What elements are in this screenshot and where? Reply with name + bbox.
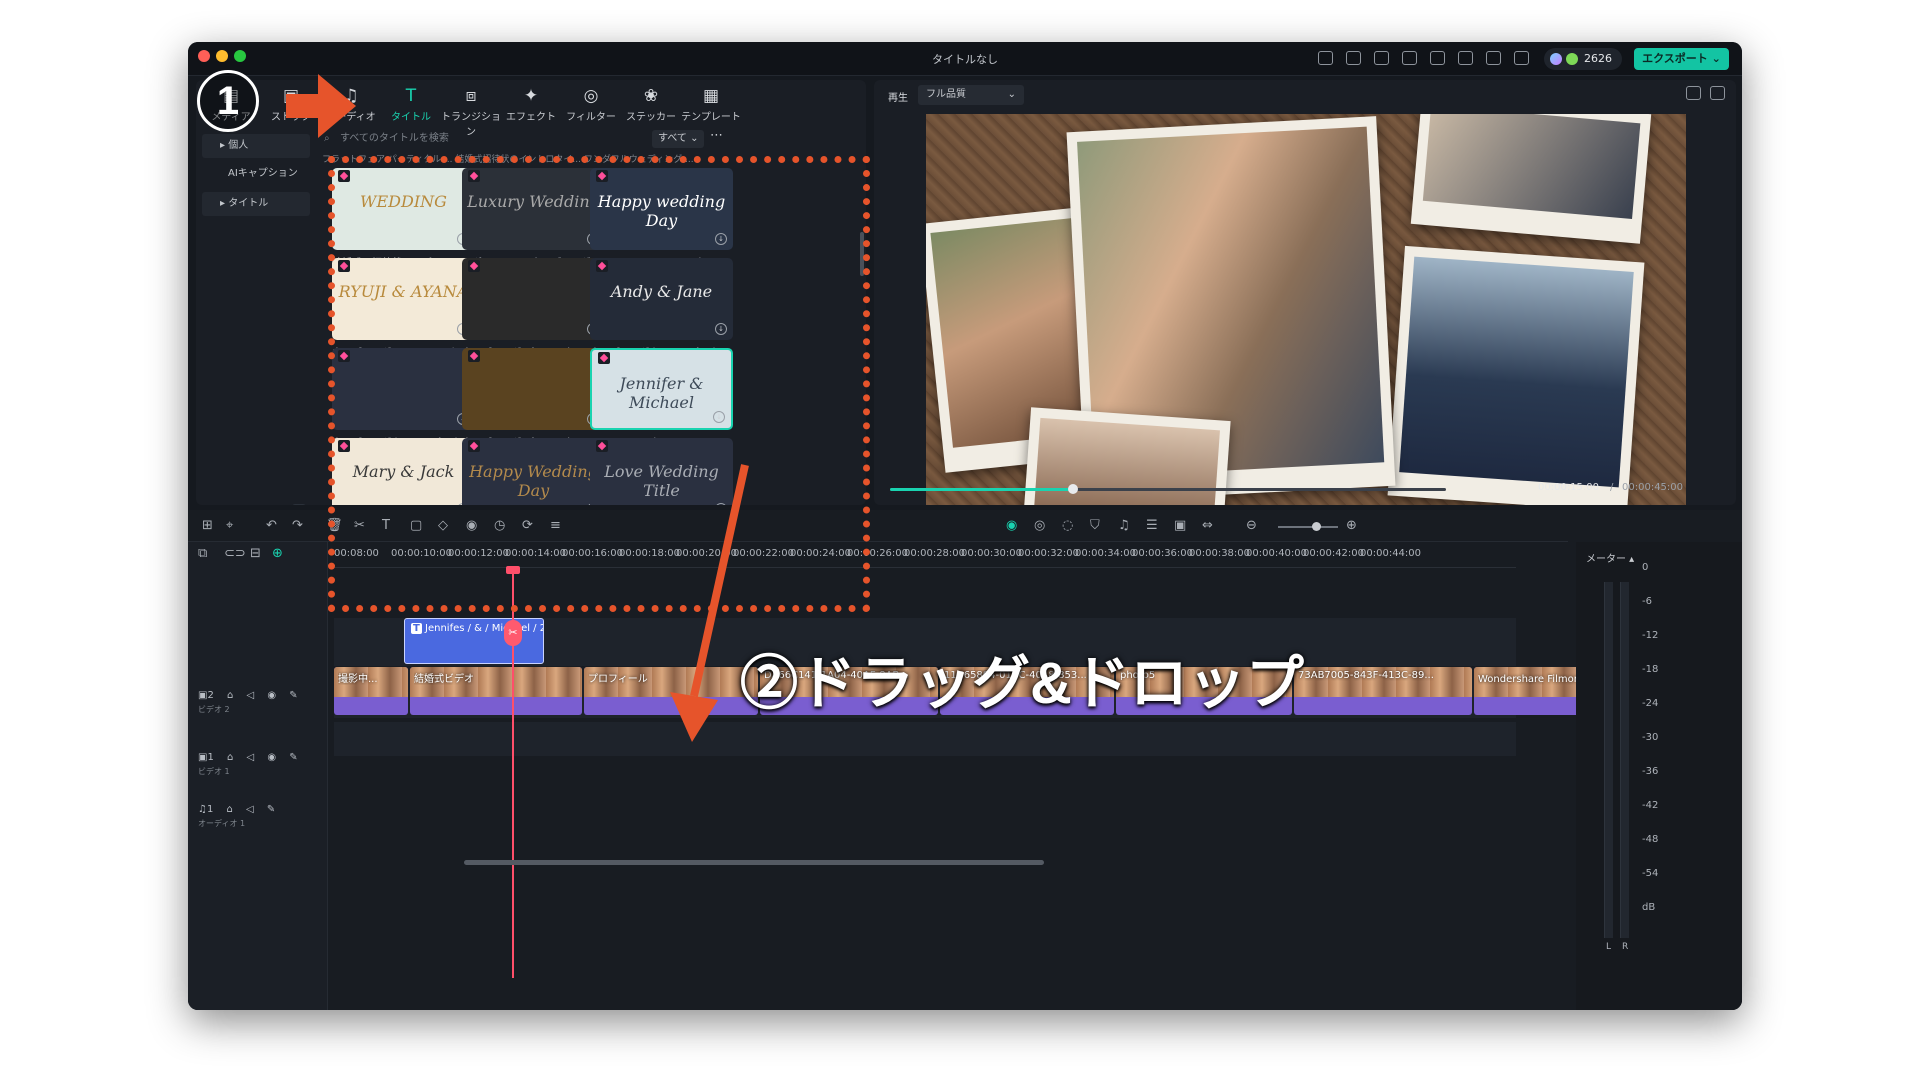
annotation-arrows bbox=[286, 74, 749, 742]
step2-arrow-line bbox=[690, 464, 749, 697]
step2-arrow-head bbox=[670, 692, 718, 742]
step2-label: ②ドラッグ&ドロップ bbox=[740, 651, 1304, 716]
step1-arrow bbox=[286, 74, 356, 138]
